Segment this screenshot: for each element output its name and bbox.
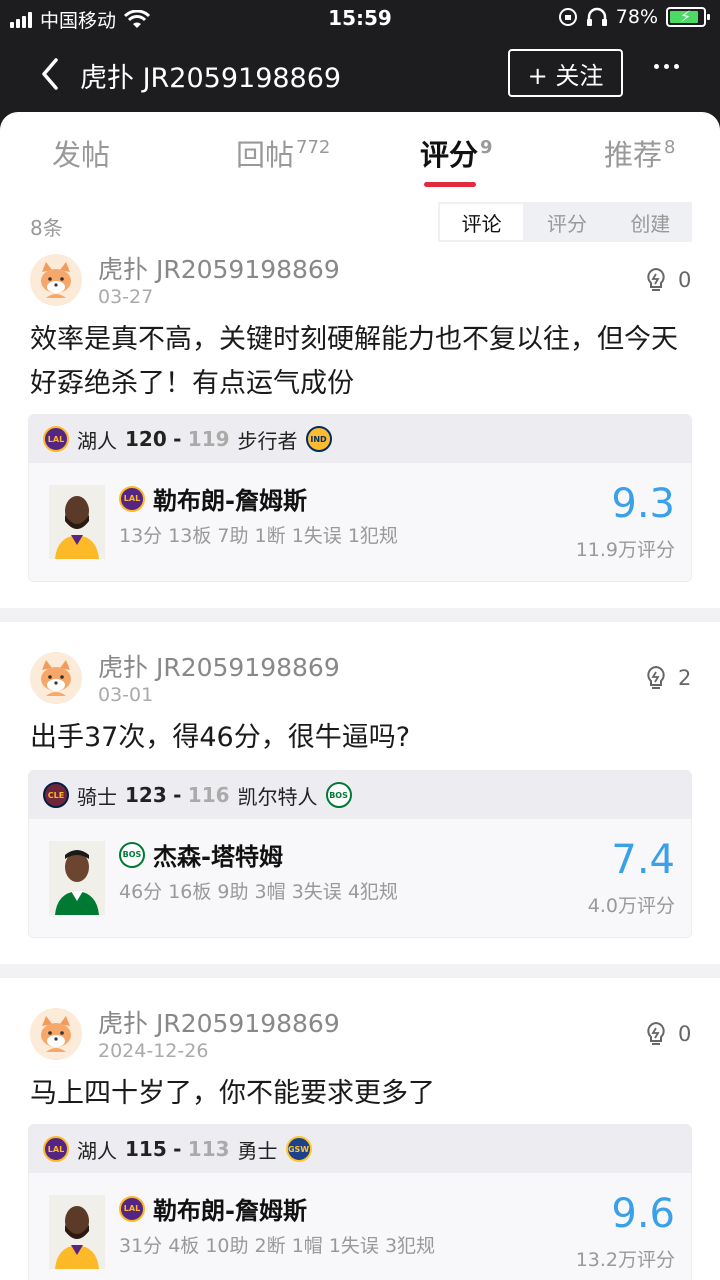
post-text: 马上四十岁了，你不能要求更多了 xyxy=(30,1078,435,1109)
home-team-name: 骑士 xyxy=(77,784,117,809)
tab-ratings[interactable]: 评分 9 xyxy=(420,132,493,174)
player-row[interactable]: LAL 勒布朗-詹姆斯 31分 4板 10助 2断 1帽 1失误 3犯规 9.6… xyxy=(29,1173,691,1280)
rotation-lock-icon xyxy=(558,8,577,26)
away-team-name: 凯尔特人 xyxy=(237,784,318,809)
section-divider xyxy=(0,964,720,978)
section-divider xyxy=(0,608,720,622)
away-team-name: 勇士 xyxy=(237,1138,278,1163)
top-nav-bar: 虎扑 JR2059198869 + 关注 xyxy=(0,36,720,112)
player-name[interactable]: LAL 勒布朗-詹姆斯 xyxy=(119,1191,307,1226)
post-author[interactable]: 虎扑 JR2059198869 xyxy=(98,1004,340,1040)
lightbulb-icon xyxy=(647,1021,665,1045)
rating-votes: 13.2万评分 xyxy=(575,1249,675,1271)
post-author[interactable]: 虎扑 JR2059198869 xyxy=(98,648,340,684)
post-author[interactable]: 虎扑 JR2059198869 xyxy=(98,250,340,286)
game-row[interactable]: LAL 湖人 115 - 113 勇士 GSW xyxy=(29,1125,691,1173)
battery-icon: ⚡ xyxy=(666,7,710,27)
avatar[interactable] xyxy=(30,254,82,306)
rating-votes: 11.9万评分 xyxy=(575,539,675,561)
filter-option-comment[interactable]: 评论 xyxy=(440,204,524,240)
like-count: 0 xyxy=(678,268,692,292)
warriors-logo-icon: GSW xyxy=(285,1136,312,1162)
like-count: 0 xyxy=(678,1022,692,1046)
celtics-logo-icon: BOS xyxy=(119,841,145,868)
filter-option-created[interactable]: 创建 xyxy=(609,202,692,242)
status-bar: 中国移动 15:59 78% ⚡ xyxy=(0,0,720,36)
like-button[interactable]: 2 xyxy=(644,665,691,691)
active-tab-indicator xyxy=(424,182,476,187)
like-count: 2 xyxy=(678,666,692,690)
post-date: 03-27 xyxy=(98,286,154,308)
like-button[interactable]: 0 xyxy=(644,267,691,293)
sort-segmented-control: 评论 评分 创建 xyxy=(438,202,692,242)
lakers-logo-icon: LAL xyxy=(119,485,145,512)
home-team-name: 湖人 xyxy=(77,1138,117,1163)
pacers-logo-icon: IND xyxy=(305,426,332,452)
fox-avatar-icon xyxy=(30,652,82,704)
filter-row: 8条 评论 评分 创建 xyxy=(0,196,720,256)
game-score: 123 - 116 xyxy=(125,783,230,807)
fox-avatar-icon xyxy=(30,1008,82,1060)
player-stats: 46分 16板 9助 3帽 3失误 4犯规 xyxy=(119,881,398,903)
post-date: 2024-12-26 xyxy=(98,1040,209,1062)
avatar[interactable] xyxy=(30,1008,82,1060)
celtics-logo-icon: BOS xyxy=(325,782,352,808)
player-row[interactable]: BOS 杰森-塔特姆 46分 16板 9助 3帽 3失误 4犯规 7.4 4.0… xyxy=(29,819,691,937)
tab-recommend[interactable]: 推荐 8 xyxy=(604,132,675,174)
player-stats: 13分 13板 7助 1断 1失误 1犯规 xyxy=(119,525,398,547)
rating-card[interactable]: LAL 湖人 120 - 119 步行者 IND LAL 勒布朗-詹姆斯 13分… xyxy=(28,414,692,582)
player-stats: 31分 4板 10助 2断 1帽 1失误 3犯规 xyxy=(119,1235,436,1257)
filter-option-rating[interactable]: 评分 xyxy=(525,202,608,242)
lakers-logo-icon: LAL xyxy=(43,1136,69,1162)
tab-posts[interactable]: 发帖 xyxy=(52,132,110,174)
rating-card[interactable]: CLE 骑士 123 - 116 凯尔特人 BOS BOS 杰森-塔特姆 46分… xyxy=(28,770,692,938)
player-photo xyxy=(49,485,105,559)
player-photo xyxy=(49,841,105,915)
player-name[interactable]: LAL 勒布朗-詹姆斯 xyxy=(119,481,307,516)
lakers-logo-icon: LAL xyxy=(119,1195,145,1222)
rating-votes: 4.0万评分 xyxy=(587,895,675,917)
game-score: 120 - 119 xyxy=(125,427,230,451)
cavaliers-logo-icon: CLE xyxy=(43,782,69,808)
post-text: 效率是真不高，关键时刻硬解能力也不复以往，但今天好孬绝杀了！有点运气成份 xyxy=(30,324,678,399)
back-arrow-icon[interactable] xyxy=(36,54,66,94)
result-count: 8条 xyxy=(30,216,63,240)
player-name[interactable]: BOS 杰森-塔特姆 xyxy=(119,837,283,872)
headphones-icon xyxy=(586,7,607,26)
post-date: 03-01 xyxy=(98,684,154,706)
home-team-name: 湖人 xyxy=(77,428,117,453)
avatar[interactable] xyxy=(30,652,82,704)
player-row[interactable]: LAL 勒布朗-詹姆斯 13分 13板 7助 1断 1失误 1犯规 9.3 11… xyxy=(29,463,691,581)
lightbulb-icon xyxy=(647,665,665,689)
player-rating: 9.3 xyxy=(611,481,675,527)
player-rating: 9.6 xyxy=(611,1191,675,1237)
game-score: 115 - 113 xyxy=(125,1137,230,1161)
battery-percent: 78% xyxy=(615,6,658,28)
follow-button[interactable]: + 关注 xyxy=(508,49,623,97)
lightbulb-icon xyxy=(647,267,665,291)
fox-avatar-icon xyxy=(30,254,82,306)
content-sheet: 发帖 回帖 772 评分 9 推荐 8 8条 评论 评分 创建 虎扑 JR205919… xyxy=(0,112,720,1280)
player-rating: 7.4 xyxy=(611,837,675,883)
like-button[interactable]: 0 xyxy=(644,1021,691,1047)
player-photo xyxy=(49,1195,105,1269)
away-team-name: 步行者 xyxy=(237,428,298,453)
page-title: 虎扑 JR2059198869 xyxy=(80,63,342,94)
game-row[interactable]: LAL 湖人 120 - 119 步行者 IND xyxy=(29,415,691,463)
lakers-logo-icon: LAL xyxy=(43,426,69,452)
tab-replies[interactable]: 回帖 772 xyxy=(236,132,330,174)
game-row[interactable]: CLE 骑士 123 - 116 凯尔特人 BOS xyxy=(29,771,691,819)
post-text: 出手37次，得46分，很牛逼吗? xyxy=(30,722,411,753)
rating-card[interactable]: LAL 湖人 115 - 113 勇士 GSW LAL 勒布朗-詹姆斯 31分 … xyxy=(28,1124,692,1280)
profile-tabs: 发帖 回帖 772 评分 9 推荐 8 xyxy=(0,112,720,196)
more-icon[interactable] xyxy=(654,64,679,69)
